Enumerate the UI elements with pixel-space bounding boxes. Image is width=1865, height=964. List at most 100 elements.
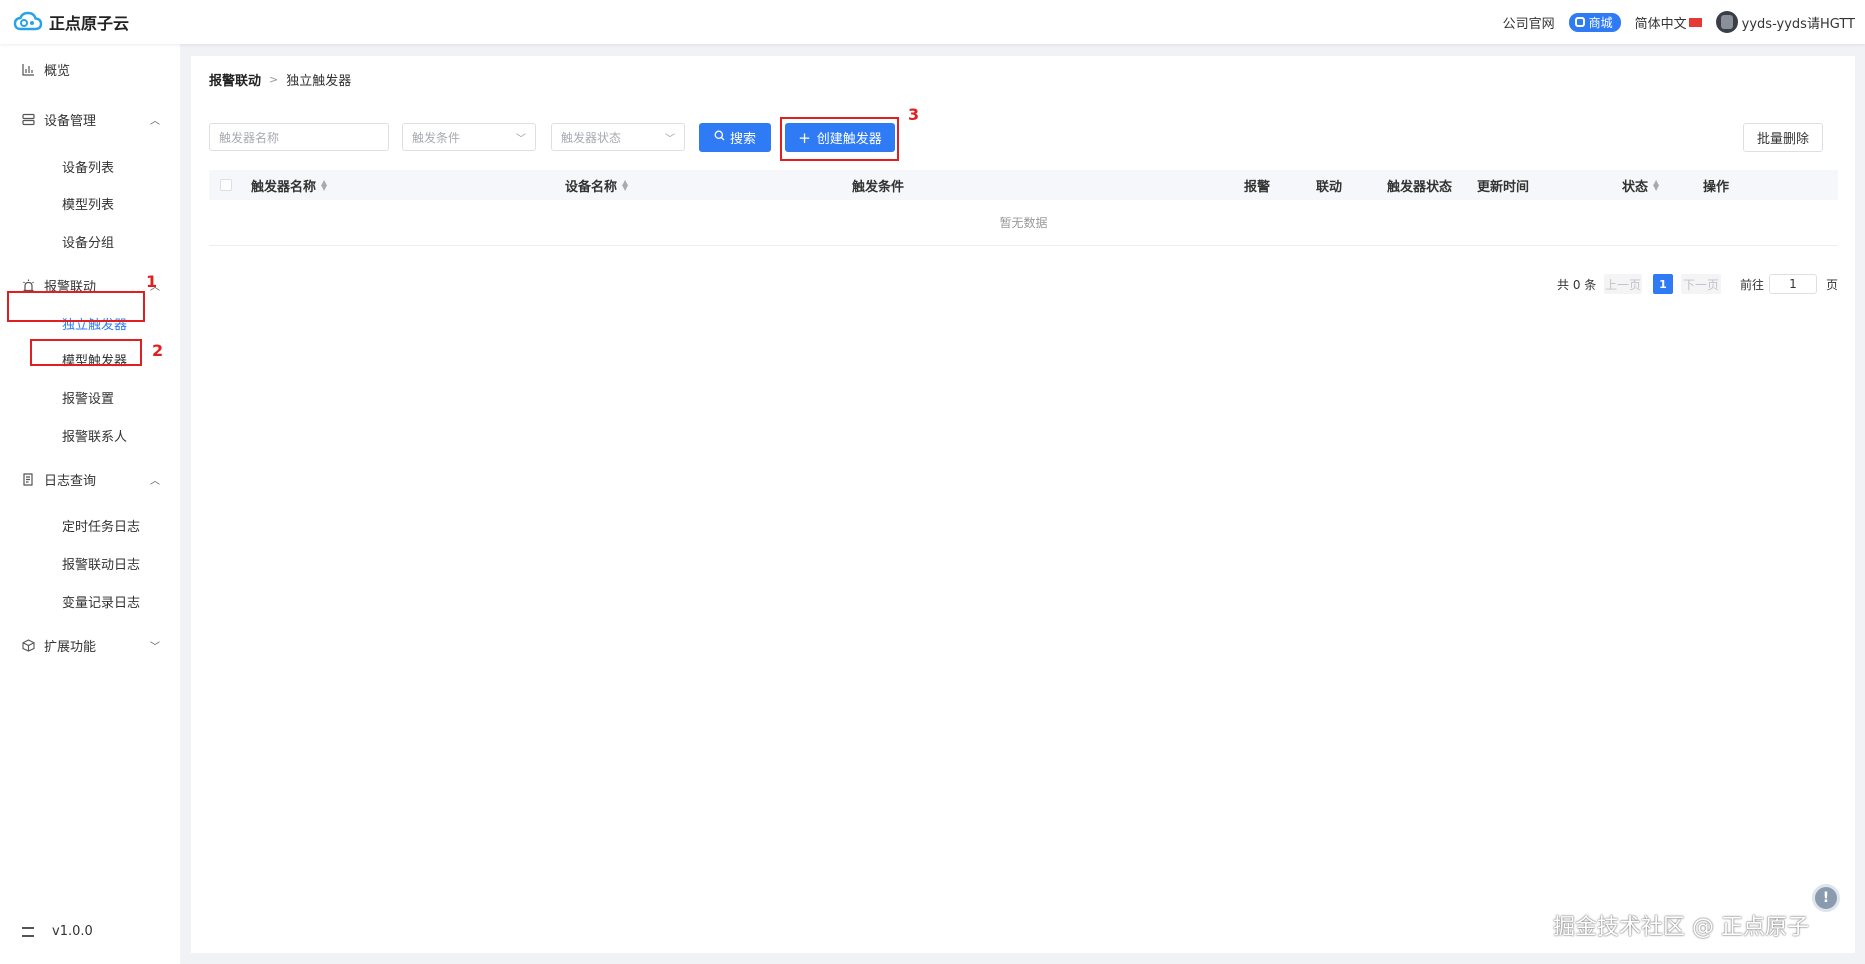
sidebar-item-device-group[interactable]: 设备分组 — [0, 223, 180, 259]
sidebar-subitem-label: 设备分组 — [62, 235, 115, 251]
server-icon — [22, 113, 35, 126]
goto-page-input[interactable]: 1 — [1769, 274, 1817, 294]
sidebar-item-overview[interactable]: 概览 — [0, 51, 180, 87]
trigger-condition-select[interactable]: 触发条件 ﹀ — [402, 123, 536, 151]
column-header[interactable]: 状态 ▲ ▼ — [1622, 170, 1661, 200]
help-button[interactable]: ! — [1812, 884, 1840, 912]
trigger-name-input[interactable]: 触发器名称 — [209, 123, 389, 151]
cube-icon — [22, 638, 35, 652]
document-icon — [22, 472, 35, 486]
shop-icon — [1574, 17, 1585, 27]
column-header: 触发条件 — [852, 170, 904, 200]
sidebar-subitem-label: 定时任务日志 — [62, 519, 141, 535]
page-number-current[interactable]: 1 — [1653, 274, 1673, 294]
batch-delete-button[interactable]: 批量删除 — [1743, 123, 1823, 152]
search-button-label: 搜索 — [729, 132, 756, 147]
sidebar-subitem-label: 设备列表 — [62, 160, 115, 176]
empty-text: 暂无数据 — [999, 216, 1048, 230]
column-header: 更新时间 — [1477, 170, 1529, 200]
sidebar-item-device-management[interactable]: 设备管理 ︿ — [0, 101, 180, 137]
table-header: 触发器名称 ▲ ▼ 设备名称 ▲ ▼ 触发条件 报警 联动 触发器状态 更新时间 状… — [209, 170, 1838, 200]
trigger-condition-placeholder: 触发条件 — [412, 130, 461, 145]
column-header: 报警 — [1244, 170, 1270, 200]
sort-icon: ▲ ▼ — [1653, 178, 1660, 192]
column-header-label: 触发条件 — [852, 179, 905, 195]
annotation-box-1 — [7, 291, 145, 322]
sidebar-item-model-list[interactable]: 模型列表 — [0, 185, 180, 221]
shop-button[interactable]: 商城 — [1568, 12, 1621, 32]
annotation-box-2 — [30, 339, 142, 366]
page-number-label: 1 — [1659, 277, 1667, 291]
select-all-checkbox[interactable] — [220, 179, 232, 191]
user-menu[interactable]: yyds-yyds请HGTT — [1715, 11, 1855, 33]
breadcrumb: 报警联动 > 独立触发器 — [209, 70, 351, 89]
language-selector[interactable]: 简体中文 — [1635, 13, 1702, 32]
trigger-status-select[interactable]: 触发器状态 ﹀ — [551, 123, 685, 151]
version-label: v1.0.0 — [52, 924, 93, 939]
page-unit-label: 页 — [1826, 277, 1839, 292]
chevron-down-icon: ﹀ — [150, 641, 160, 653]
chevron-down-icon: ﹀ — [665, 134, 675, 145]
search-button[interactable]: 搜索 — [699, 123, 771, 152]
sidebar-subitem-label: 报警设置 — [62, 391, 115, 407]
breadcrumb-current: 独立触发器 — [286, 74, 352, 89]
trigger-name-placeholder: 触发器名称 — [219, 130, 280, 145]
prev-page-button[interactable]: 上一页 — [1604, 274, 1642, 294]
sidebar-item-label: 日志查询 — [44, 473, 97, 489]
chevron-up-icon: ︿ — [150, 475, 160, 487]
sidebar-item-scheduled-log[interactable]: 定时任务日志 — [0, 507, 180, 543]
table-empty-state: 暂无数据 — [209, 200, 1838, 246]
breadcrumb-parent[interactable]: 报警联动 — [209, 70, 261, 89]
language-label: 简体中文 — [1634, 16, 1687, 32]
bar-chart-icon — [22, 63, 35, 76]
watermark: 掘金技术社区 @ 正点原子 — [1553, 915, 1809, 940]
logo[interactable]: 正点原子云 — [13, 10, 129, 34]
sidebar-item-extensions[interactable]: 扩展功能 ﹀ — [0, 627, 180, 663]
sidebar-item-variable-log[interactable]: 变量记录日志 — [0, 583, 180, 619]
trigger-status-placeholder: 触发器状态 — [561, 130, 622, 145]
shop-label: 商城 — [1588, 15, 1613, 30]
sidebar-item-alarm-link-log[interactable]: 报警联动日志 — [0, 545, 180, 581]
column-header: 触发器状态 — [1387, 170, 1452, 200]
sidebar-item-log-query[interactable]: 日志查询 ︿ — [0, 461, 180, 497]
column-header-label: 联动 — [1316, 179, 1343, 195]
annotation-number-1: 1 — [146, 272, 158, 291]
next-page-label: 下一页 — [1682, 277, 1719, 292]
prev-page-label: 上一页 — [1604, 277, 1641, 292]
logo-text: 正点原子云 — [49, 14, 130, 33]
header-actions: 公司官网 商城 简体中文 yyds-yyds请HGTT — [1489, 0, 1855, 44]
username: yyds-yyds请HGTT — [1741, 16, 1855, 32]
top-bar: 正点原子云 公司官网 商城 简体中文 yyds-yyds请HGTT — [0, 0, 1865, 44]
collapse-menu-icon[interactable] — [22, 926, 34, 937]
sidebar-item-label: 设备管理 — [44, 113, 97, 129]
column-header-label: 报警 — [1244, 179, 1271, 195]
column-header-label: 触发器名称 — [251, 179, 317, 195]
chevron-right-icon: > — [269, 73, 279, 86]
company-site-link[interactable]: 公司官网 — [1503, 13, 1555, 32]
column-header: 联动 — [1316, 170, 1342, 200]
sidebar-item-alarm-settings[interactable]: 报警设置 — [0, 379, 180, 415]
column-header-label: 更新时间 — [1477, 179, 1530, 195]
sidebar-subitem-label: 报警联系人 — [62, 429, 128, 445]
column-header-label: 设备名称 — [565, 179, 618, 195]
cloud-logo-icon — [13, 11, 43, 33]
column-header-label: 操作 — [1703, 179, 1730, 195]
column-header[interactable]: 触发器名称 ▲ ▼ — [251, 170, 329, 200]
annotation-number-2: 2 — [152, 341, 164, 360]
sidebar-subitem-label: 报警联动日志 — [62, 557, 141, 573]
goto-page-value: 1 — [1789, 277, 1797, 291]
column-header-label: 触发器状态 — [1387, 179, 1453, 195]
sort-icon: ▲ ▼ — [622, 178, 629, 192]
goto-label: 前往 — [1740, 277, 1765, 292]
column-header[interactable]: 设备名称 ▲ ▼ — [565, 170, 630, 200]
sidebar-item-alarm-contacts[interactable]: 报警联系人 — [0, 417, 180, 453]
sidebar: 概览 设备管理 ︿ 设备列表 模型列表 设备分组 报警联动 ︿ 独立触发器 模型… — [0, 44, 180, 964]
sidebar-item-device-list[interactable]: 设备列表 — [0, 148, 180, 184]
batch-delete-label: 批量删除 — [1756, 132, 1809, 147]
column-header: 操作 — [1703, 170, 1729, 200]
chevron-up-icon: ︿ — [150, 115, 160, 127]
next-page-button[interactable]: 下一页 — [1681, 274, 1721, 294]
annotation-box-3 — [780, 117, 899, 161]
avatar — [1715, 11, 1738, 33]
annotation-number-3: 3 — [908, 105, 920, 124]
